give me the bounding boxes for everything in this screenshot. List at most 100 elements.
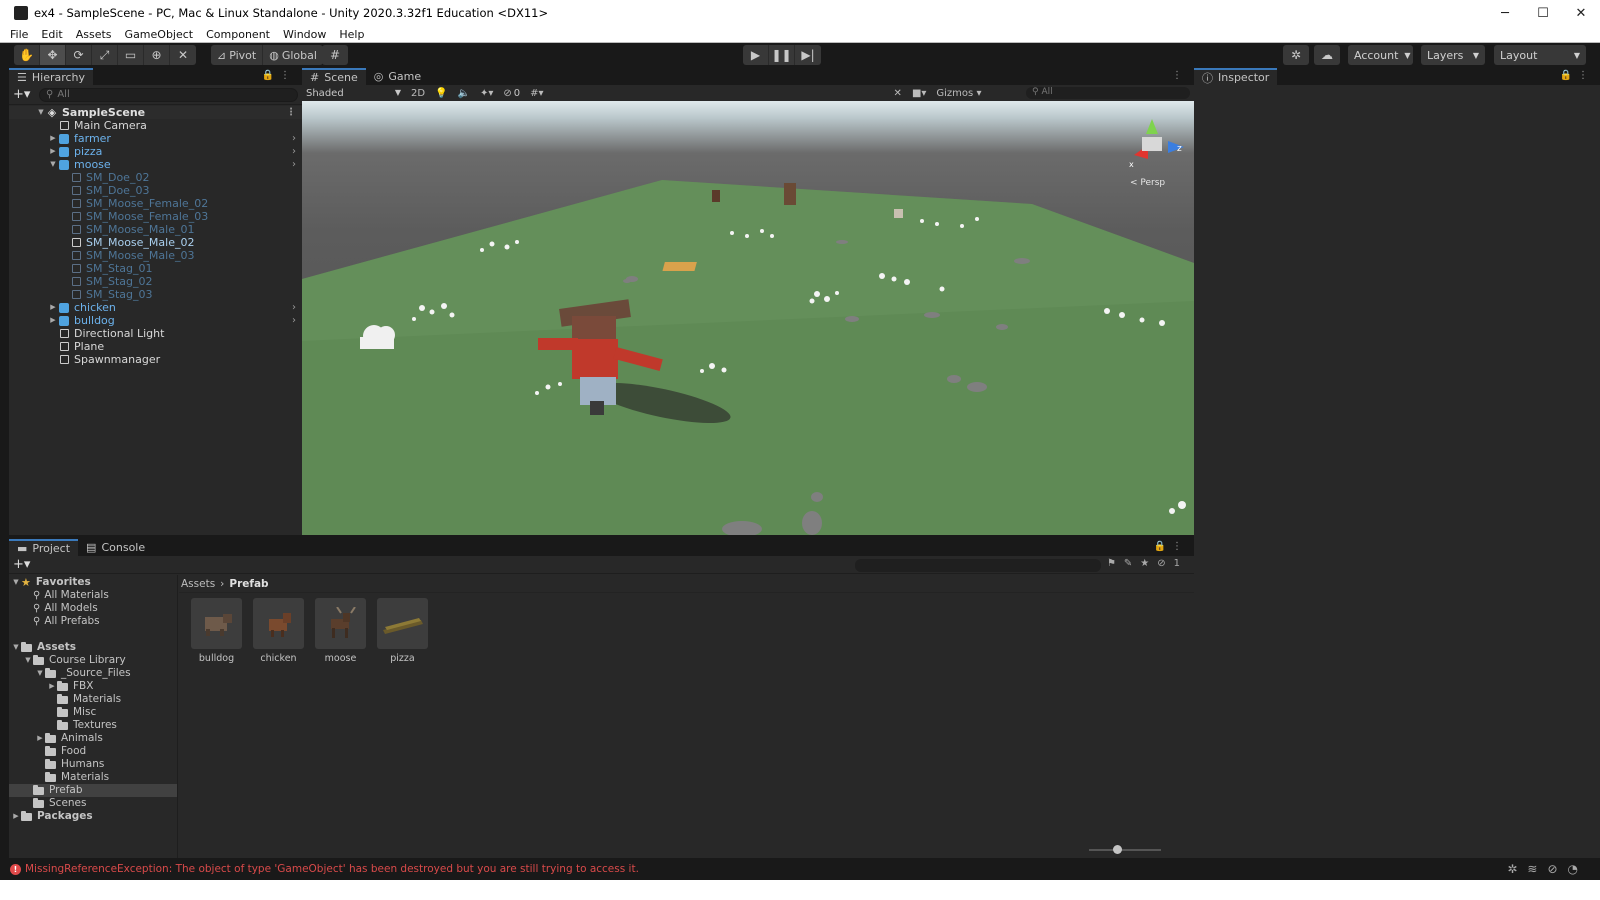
chevron-right-icon[interactable]: › — [292, 145, 296, 158]
favorite-item[interactable]: ⚲ All Prefabs — [9, 615, 177, 628]
folder-row[interactable]: ▶ Animals — [9, 732, 177, 745]
hierarchy-row-child[interactable]: SM_Doe_03 — [9, 184, 302, 197]
folder-row[interactable]: Misc — [9, 706, 177, 719]
layout-dropdown[interactable]: Layout ▼ — [1494, 45, 1586, 65]
grid-toggle-icon[interactable]: #▾ — [530, 88, 543, 99]
expand-arrow-icon[interactable]: ▶ — [48, 301, 58, 314]
minimize-button[interactable]: ─ — [1486, 0, 1524, 26]
expand-arrow-icon[interactable]: ▶ — [48, 314, 58, 327]
tools-icon[interactable]: ✕ — [894, 88, 902, 99]
hierarchy-row-main-camera[interactable]: Main Camera — [9, 119, 302, 132]
tab-inspector[interactable]: ⓘ Inspector — [1194, 68, 1278, 85]
asset-bulldog[interactable]: bulldog — [191, 598, 242, 664]
lighting-toggle-icon[interactable]: 💡 — [435, 88, 447, 99]
expand-arrow-icon[interactable]: ▼ — [48, 158, 58, 171]
chevron-right-icon[interactable]: › — [292, 314, 296, 327]
account-dropdown[interactable]: Account ▼ — [1348, 45, 1413, 65]
folder-row[interactable]: Scenes — [9, 797, 177, 810]
expand-arrow-icon[interactable]: ▶ — [35, 732, 45, 745]
expand-arrow-icon[interactable]: ▼ — [23, 654, 33, 667]
close-button[interactable]: ✕ — [1562, 0, 1600, 26]
folder-row[interactable]: ▶ FBX — [9, 680, 177, 693]
scene-search-input[interactable]: ⚲ All — [1026, 87, 1190, 99]
project-search-input[interactable] — [855, 559, 1101, 572]
expand-arrow-icon[interactable]: ▶ — [48, 132, 58, 145]
project-filter-icons[interactable]: ⚑✎★⊘1 — [1107, 558, 1188, 569]
collab-icon[interactable]: ✲ — [1283, 45, 1309, 65]
tab-game[interactable]: ◎ Game — [366, 68, 429, 85]
error-message[interactable]: MissingReferenceException: The object of… — [25, 863, 639, 875]
global-toggle[interactable]: ◍ Global — [263, 45, 323, 65]
rotate-tool-icon[interactable]: ⟳ — [66, 45, 92, 65]
thumbnail-size-slider[interactable] — [1089, 845, 1161, 854]
hierarchy-row-child[interactable]: SM_Moose_Male_01 — [9, 223, 302, 236]
menu-help[interactable]: Help — [339, 28, 364, 41]
hierarchy-row-child[interactable]: SM_Stag_02 — [9, 275, 302, 288]
hierarchy-row-directional-light[interactable]: Directional Light — [9, 327, 302, 340]
transform-tool-icon[interactable]: ⊕ — [144, 45, 170, 65]
panel-menu-icons[interactable]: 🔒⋮ — [1560, 70, 1594, 81]
chevron-right-icon[interactable]: › — [292, 301, 296, 314]
folder-row[interactable]: Materials — [9, 771, 177, 784]
menu-window[interactable]: Window — [283, 28, 326, 41]
expand-arrow-icon[interactable]: ▶ — [11, 810, 21, 823]
rect-tool-icon[interactable]: ▭ — [118, 45, 144, 65]
expand-arrow-icon[interactable]: ▼ — [35, 667, 45, 680]
hierarchy-row-pizza[interactable]: ▶ pizza › — [9, 145, 302, 158]
orientation-gizmo[interactable]: z x < Persp — [1129, 119, 1184, 188]
gizmos-dropdown[interactable]: Gizmos ▾ — [936, 88, 981, 99]
scene-viewport[interactable]: z x < Persp — [302, 101, 1194, 535]
tab-console[interactable]: ▤ Console — [78, 539, 153, 556]
hierarchy-row-child-active[interactable]: SM_Moose_Male_02 — [9, 236, 302, 249]
layers-dropdown[interactable]: Layers ▼ — [1421, 45, 1485, 65]
menu-component[interactable]: Component — [206, 28, 270, 41]
folder-row[interactable]: Food — [9, 745, 177, 758]
folder-row[interactable]: Textures — [9, 719, 177, 732]
camera-icon[interactable]: ■▾ — [912, 88, 926, 99]
folder-row[interactable]: ▼ _Source_Files — [9, 667, 177, 680]
panel-menu-icons[interactable]: ⋮ — [1172, 70, 1188, 81]
panel-menu-icons[interactable]: 🔒⋮ — [1154, 541, 1188, 552]
status-bar[interactable]: ! MissingReferenceException: The object … — [0, 858, 1600, 880]
expand-arrow-icon[interactable]: ▼ — [11, 641, 21, 654]
custom-tool-icon[interactable]: ✕ — [170, 45, 196, 65]
assets-root-row[interactable]: ▼ Assets — [9, 641, 177, 654]
asset-moose[interactable]: moose — [315, 598, 366, 664]
hierarchy-row-plane[interactable]: Plane — [9, 340, 302, 353]
hierarchy-row-spawnmanager[interactable]: Spawnmanager — [9, 353, 302, 366]
move-tool-icon[interactable]: ✥ — [40, 45, 66, 65]
favorite-item[interactable]: ⚲ All Models — [9, 602, 177, 615]
hierarchy-row-child[interactable]: SM_Moose_Female_02 — [9, 197, 302, 210]
audio-toggle-icon[interactable]: 🔈 — [458, 88, 470, 99]
breadcrumb-prefab[interactable]: Prefab — [229, 578, 268, 590]
maximize-button[interactable]: ☐ — [1524, 0, 1562, 26]
folder-row[interactable]: Materials — [9, 693, 177, 706]
effects-toggle-icon[interactable]: ✦▾ — [480, 88, 493, 99]
hand-tool-icon[interactable]: ✋ — [14, 45, 40, 65]
expand-arrow-icon[interactable]: ▶ — [48, 145, 58, 158]
folder-row[interactable]: Prefab — [9, 784, 177, 797]
hidden-objects-icon[interactable]: ⊘ — [503, 88, 511, 99]
create-asset-dropdown-button[interactable]: +▾ — [13, 557, 39, 572]
cloud-icon[interactable]: ☁ — [1314, 45, 1340, 65]
favorite-item[interactable]: ⚲ All Materials — [9, 589, 177, 602]
scale-tool-icon[interactable]: ⤢ — [92, 45, 118, 65]
packages-row[interactable]: ▶ Packages — [9, 810, 177, 823]
shading-mode-dropdown[interactable]: Shaded ▼ — [306, 88, 401, 99]
expand-arrow-icon[interactable]: ▼ — [11, 576, 21, 589]
breadcrumb-assets[interactable]: Assets — [181, 578, 215, 590]
step-button[interactable]: ▶| — [795, 45, 821, 65]
hierarchy-row-chicken[interactable]: ▶ chicken › — [9, 301, 302, 314]
slider-knob[interactable] — [1113, 845, 1122, 854]
more-options-icon[interactable]: ⋮ — [286, 106, 296, 119]
hierarchy-row-child[interactable]: SM_Doe_02 — [9, 171, 302, 184]
hierarchy-row-moose[interactable]: ▼ moose › — [9, 158, 302, 171]
panel-menu-icons[interactable]: 🔒⋮ — [262, 70, 296, 81]
chevron-right-icon[interactable]: › — [292, 132, 296, 145]
hierarchy-row-bulldog[interactable]: ▶ bulldog › — [9, 314, 302, 327]
pause-button[interactable]: ❚❚ — [769, 45, 795, 65]
menu-assets[interactable]: Assets — [76, 28, 112, 41]
menu-file[interactable]: File — [10, 28, 28, 41]
favorites-row[interactable]: ▼ ★ Favorites — [9, 576, 177, 589]
create-dropdown-button[interactable]: +▾ — [13, 87, 39, 102]
